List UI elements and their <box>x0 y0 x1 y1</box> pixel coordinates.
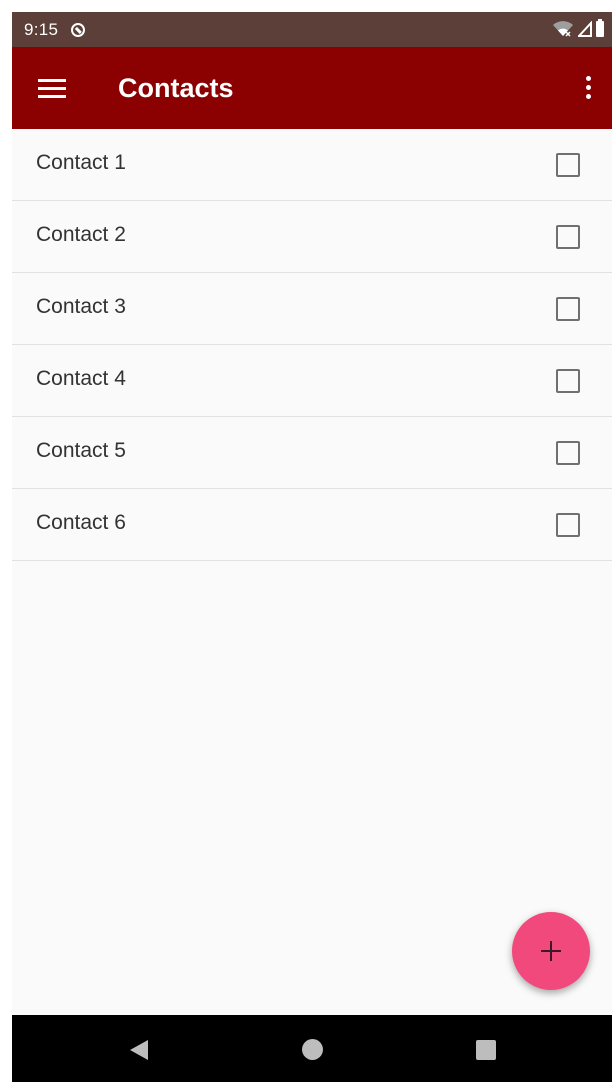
contact-checkbox[interactable] <box>556 297 580 321</box>
back-icon[interactable] <box>130 1040 148 1060</box>
status-time: 9:15 <box>24 19 59 39</box>
contact-name: Contact 1 <box>36 151 126 174</box>
contact-name: Contact 3 <box>36 295 126 318</box>
contact-checkbox[interactable] <box>556 153 580 177</box>
contact-list: Contact 1 Contact 2 Contact 3 Contact 4 … <box>12 129 612 561</box>
signal-icon <box>578 21 592 37</box>
status-bar: 9:15 <box>12 12 612 47</box>
contact-name: Contact 5 <box>36 439 126 462</box>
list-item[interactable]: Contact 5 <box>12 417 612 489</box>
list-item[interactable]: Contact 6 <box>12 489 612 561</box>
home-icon[interactable] <box>302 1039 323 1060</box>
list-item[interactable]: Contact 2 <box>12 201 612 273</box>
contact-name: Contact 4 <box>36 367 126 390</box>
recents-icon[interactable] <box>476 1040 496 1060</box>
plus-icon <box>541 941 561 961</box>
page-title: Contacts <box>118 73 234 103</box>
app-bar: Contacts <box>12 47 612 129</box>
wifi-icon <box>553 21 573 37</box>
contact-checkbox[interactable] <box>556 369 580 393</box>
add-contact-button[interactable] <box>512 912 590 990</box>
battery-icon <box>596 19 604 37</box>
list-item[interactable]: Contact 4 <box>12 345 612 417</box>
navigation-bar <box>12 1015 612 1082</box>
app-notification-icon <box>71 22 86 37</box>
contact-checkbox[interactable] <box>556 441 580 465</box>
overflow-menu-icon[interactable] <box>584 75 592 101</box>
list-item[interactable]: Contact 3 <box>12 273 612 345</box>
contact-checkbox[interactable] <box>556 225 580 249</box>
list-item[interactable]: Contact 1 <box>12 129 612 201</box>
status-icons <box>552 19 604 37</box>
contact-name: Contact 6 <box>36 511 126 534</box>
menu-icon[interactable] <box>38 77 66 99</box>
contact-checkbox[interactable] <box>556 513 580 537</box>
app-screen: 9:15 Contacts Contact 1 Contact 2 Contac… <box>12 12 612 1082</box>
contact-name: Contact 2 <box>36 223 126 246</box>
